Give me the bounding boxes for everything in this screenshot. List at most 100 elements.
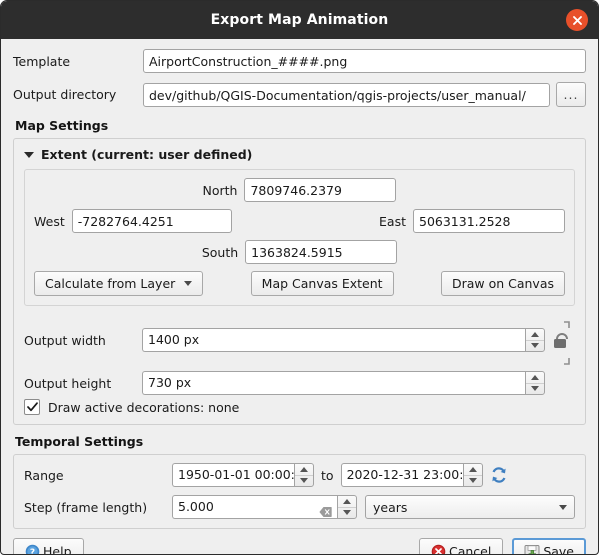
extent-header-label: Extent (current: user defined): [41, 147, 253, 162]
close-icon[interactable]: [566, 9, 588, 31]
stepper-up-icon[interactable]: [526, 372, 544, 384]
clear-icon[interactable]: [319, 502, 332, 517]
export-map-animation-dialog: Export Map Animation Template AirportCon…: [0, 0, 599, 555]
step-label: Step (frame length): [24, 499, 148, 515]
output-directory-input[interactable]: /dev/github/QGIS-Documentation/qgis-proj…: [143, 82, 550, 107]
map-settings-group: Extent (current: user defined) North 780…: [13, 138, 586, 425]
help-button[interactable]: ? Help: [13, 538, 84, 555]
step-unit-label: years: [373, 499, 408, 515]
extent-collapse-header[interactable]: Extent (current: user defined): [24, 147, 575, 162]
output-width-row: Output width 1400 px: [24, 316, 575, 365]
south-label: South: [201, 244, 239, 260]
north-label: North: [202, 182, 238, 198]
map-settings-title: Map Settings: [15, 118, 109, 133]
step-input-wrap[interactable]: 5.000: [172, 495, 337, 519]
calculate-from-layer-button[interactable]: Calculate from Layer: [34, 271, 204, 296]
temporal-settings-title: Temporal Settings: [15, 434, 144, 449]
draw-on-canvas-button[interactable]: Draw on Canvas: [440, 271, 565, 296]
extent-north-row: North 7809746.2379: [34, 178, 565, 202]
range-label: Range: [24, 467, 64, 483]
temporal-settings-group: Range 1950-01-01 00:00:00 to 2020-12-31 …: [13, 454, 586, 529]
draw-decorations-checkbox[interactable]: [24, 399, 40, 415]
range-end-spinbox[interactable]: 2020-12-31 23:00:00: [340, 463, 483, 487]
cancel-rest: ancel: [457, 544, 492, 555]
cancel-mnemonic: C: [448, 544, 458, 555]
draw-decorations-row[interactable]: Draw active decorations: none: [24, 399, 575, 415]
extent-west-east-row: West -7282764.4251 East 5063131.2528: [34, 209, 565, 233]
dialog-body: Template AirportConstruction_####.png Ou…: [1, 39, 598, 529]
save-button[interactable]: Save: [512, 538, 586, 555]
extent-buttons-row: Calculate from Layer Map Canvas Extent D…: [34, 271, 565, 296]
clear-glyph: [319, 507, 332, 517]
range-to-label: to: [321, 467, 334, 483]
refresh-range-button[interactable]: [483, 466, 515, 484]
stepper-down-icon[interactable]: [295, 476, 313, 487]
save-rest: ave: [551, 544, 574, 555]
dialog-footer: ? Help Cancel Save: [1, 529, 598, 555]
extent-south-row: South 1363824.5915: [34, 240, 565, 264]
output-height-spinbox[interactable]: 730 px: [142, 371, 545, 395]
stepper-up-icon[interactable]: [526, 329, 544, 341]
save-icon: [524, 544, 540, 554]
dialog-title: Export Map Animation: [210, 12, 389, 28]
west-label: West: [34, 213, 65, 229]
output-directory-label: Output directory: [13, 87, 117, 102]
south-input[interactable]: 1363824.5915: [245, 240, 398, 264]
template-row: Template AirportConstruction_####.png: [13, 49, 586, 73]
north-input[interactable]: 7809746.2379: [244, 178, 397, 202]
range-end-stepper[interactable]: [462, 463, 483, 487]
refresh-icon: [491, 467, 506, 483]
output-width-spinbox[interactable]: 1400 px: [142, 328, 545, 352]
aspect-ratio-lock[interactable]: [545, 316, 575, 365]
extent-box: North 7809746.2379 West -7282764.4251 Ea…: [24, 169, 575, 306]
template-label: Template: [13, 53, 71, 69]
east-label: East: [379, 213, 406, 229]
output-directory-row: Output directory /dev/github/QGIS-Docume…: [13, 82, 586, 107]
west-input[interactable]: -7282764.4251: [71, 209, 232, 233]
cancel-label: Cancel: [448, 544, 492, 555]
help-label: Help: [43, 544, 72, 555]
lock-open-icon: [554, 321, 570, 365]
range-row: Range 1950-01-01 00:00:00 to 2020-12-31 …: [24, 463, 575, 487]
output-height-stepper[interactable]: [525, 371, 545, 395]
cancel-button[interactable]: Cancel: [418, 538, 504, 555]
template-input[interactable]: AirportConstruction_####.png: [143, 49, 586, 73]
stepper-down-icon[interactable]: [526, 341, 544, 352]
close-glyph: [572, 15, 582, 25]
east-input[interactable]: 5063131.2528: [413, 209, 565, 233]
output-height-row: Output height 730 px: [24, 371, 575, 395]
cancel-icon: [431, 544, 446, 554]
step-row: Step (frame length) 5.000 years: [24, 495, 575, 519]
stepper-up-icon[interactable]: [295, 464, 313, 476]
map-canvas-extent-button[interactable]: Map Canvas Extent: [250, 271, 394, 296]
step-unit-select[interactable]: years: [365, 495, 575, 519]
stepper-up-icon[interactable]: [338, 496, 356, 508]
step-input[interactable]: 5.000: [178, 496, 214, 518]
calculate-from-layer-label: Calculate from Layer: [45, 276, 176, 291]
output-height-label: Output height: [24, 375, 112, 391]
output-width-input[interactable]: 1400 px: [142, 328, 525, 352]
range-end-input[interactable]: 2020-12-31 23:00:00: [340, 463, 463, 487]
svg-text:?: ?: [30, 548, 35, 555]
stepper-down-icon[interactable]: [464, 476, 482, 487]
titlebar: Export Map Animation: [1, 1, 598, 39]
help-icon: ?: [25, 544, 40, 555]
chevron-down-icon: [184, 281, 193, 286]
stepper-up-icon[interactable]: [463, 464, 482, 476]
range-start-stepper[interactable]: [294, 463, 314, 487]
stepper-down-icon[interactable]: [338, 508, 356, 519]
chevron-down-icon: [24, 151, 34, 158]
step-spinbox[interactable]: 5.000: [172, 495, 357, 519]
draw-decorations-label: Draw active decorations: none: [48, 399, 240, 415]
range-start-input[interactable]: 1950-01-01 00:00:00: [172, 463, 294, 487]
output-width-stepper[interactable]: [525, 328, 545, 352]
step-stepper[interactable]: [337, 495, 357, 519]
check-icon: [26, 402, 38, 412]
range-start-spinbox[interactable]: 1950-01-01 00:00:00: [172, 463, 314, 487]
stepper-down-icon[interactable]: [526, 384, 544, 395]
save-label: Save: [543, 544, 574, 555]
output-height-input[interactable]: 730 px: [142, 371, 525, 395]
output-width-label: Output width: [24, 332, 106, 348]
browse-button[interactable]: ...: [556, 82, 586, 107]
chevron-down-icon: [559, 504, 567, 510]
